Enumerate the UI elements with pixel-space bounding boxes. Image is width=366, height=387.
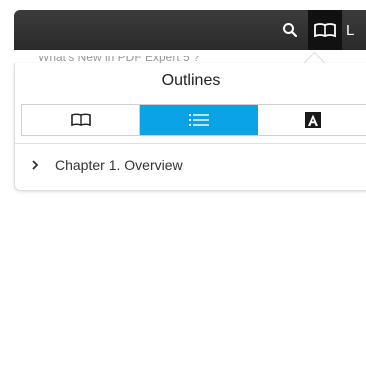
more-label: L <box>346 21 355 39</box>
outlines-popover: Outlines Chapter 1. Overview <box>14 63 366 191</box>
outline-item[interactable]: Chapter 1. Overview <box>15 144 366 186</box>
app-screen: L What's New in PDF Expert 5 ? Outlines <box>0 0 366 387</box>
search-button[interactable] <box>273 10 307 50</box>
chevron-right-icon[interactable] <box>31 160 41 170</box>
view-segmented-control <box>21 104 366 136</box>
more-button[interactable]: L <box>346 10 366 50</box>
tab-annotations[interactable] <box>258 105 366 135</box>
book-icon <box>70 113 91 127</box>
list-icon <box>188 114 209 126</box>
popover-title: Outlines <box>161 72 221 89</box>
tab-bookmarks[interactable] <box>22 105 140 135</box>
search-icon <box>283 23 298 38</box>
outline-item-label: Chapter 1. Overview <box>55 157 183 173</box>
outlines-button[interactable] <box>308 10 342 50</box>
tab-outlines[interactable] <box>140 105 258 135</box>
annotation-icon <box>305 112 321 128</box>
book-icon <box>314 23 336 38</box>
top-toolbar: L <box>14 10 366 50</box>
